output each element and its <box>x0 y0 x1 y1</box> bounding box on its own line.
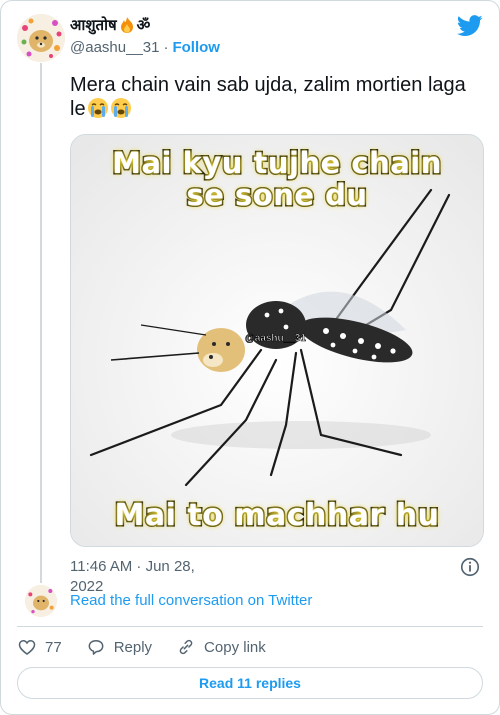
copy-link-label: Copy link <box>204 638 266 656</box>
thread-line <box>40 63 42 583</box>
read-replies-button[interactable]: Read 11 replies <box>17 667 483 699</box>
separator-dot: · <box>163 39 169 56</box>
name-suffix: ॐ <box>136 16 151 34</box>
author-name-row[interactable]: आशुतोष ॐ <box>70 15 150 35</box>
action-bar: 77 Reply Copy link <box>17 633 266 661</box>
read-full-conversation-link[interactable]: Read the full conversation on Twitter <box>70 592 312 609</box>
image-watermark: @aashu__31 <box>245 333 307 345</box>
meme-top-caption: Mai kyu tujhe chain se sone du <box>71 146 483 213</box>
reply-button[interactable]: Reply <box>86 637 152 657</box>
like-button[interactable]: 77 <box>17 637 62 657</box>
meme-bottom-caption: Mai to machhar hu <box>113 497 440 534</box>
heart-icon <box>18 639 36 656</box>
info-icon[interactable] <box>459 556 481 578</box>
divider <box>17 626 483 627</box>
copy-link-button[interactable]: Copy link <box>176 637 266 657</box>
reply-label: Reply <box>113 638 153 656</box>
follow-link[interactable]: Follow <box>172 39 220 56</box>
like-count: 77 <box>45 638 62 656</box>
handle-row: @aashu__31 · Follow <box>70 39 220 56</box>
tweet-text: Mera chain vain sab ujda, zalim mortien … <box>70 73 480 121</box>
loudly-crying-face-icon <box>87 97 109 119</box>
tweet-embed-card: आशुतोष ॐ @aashu__31 · Follow Mera chain … <box>0 0 500 715</box>
meme-top-caption-line2: se sone du <box>185 178 369 213</box>
display-name[interactable]: आशुतोष <box>70 15 117 35</box>
tweet-timestamp[interactable]: 11:46 AM · Jun 28, 2022 <box>70 557 210 597</box>
loudly-crying-face-icon <box>110 97 132 119</box>
fire-icon <box>119 16 135 34</box>
avatar[interactable] <box>17 14 65 62</box>
tweet-media-image[interactable]: Mai kyu tujhe chain se sone du @aashu__3… <box>70 134 484 547</box>
reply-icon <box>88 640 104 655</box>
avatar-small[interactable] <box>25 585 57 617</box>
twitter-logo-icon[interactable] <box>457 15 483 37</box>
user-handle[interactable]: @aashu__31 <box>70 39 159 56</box>
meme-top-caption-line1: Mai kyu tujhe chain <box>111 146 443 181</box>
link-icon <box>179 639 193 655</box>
